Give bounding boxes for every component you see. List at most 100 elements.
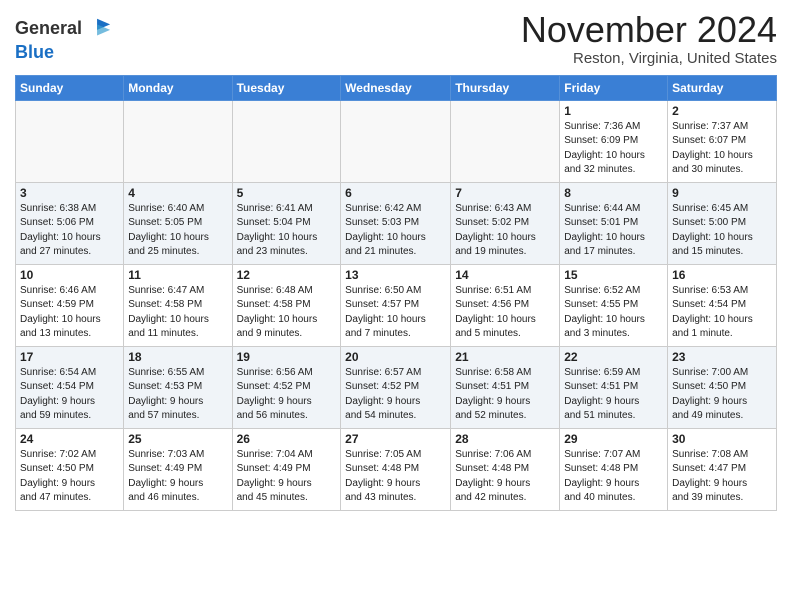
- calendar-cell: [232, 100, 341, 182]
- calendar-cell: [16, 100, 124, 182]
- day-number: 9: [672, 186, 772, 200]
- weekday-header: Wednesday: [341, 75, 451, 100]
- day-number: 4: [128, 186, 227, 200]
- day-info: Sunrise: 6:51 AM Sunset: 4:56 PM Dayligh…: [455, 284, 555, 342]
- day-number: 1: [564, 104, 663, 118]
- calendar-cell: 16 Sunrise: 6:53 AM Sunset: 4:54 PM Dayli…: [668, 264, 777, 346]
- calendar-cell: 22 Sunrise: 6:59 AM Sunset: 4:51 PM Dayli…: [560, 346, 668, 428]
- location: Reston, Virginia, United States: [521, 50, 777, 67]
- calendar-cell: 21 Sunrise: 6:58 AM Sunset: 4:51 PM Dayli…: [451, 346, 560, 428]
- day-info: Sunrise: 6:56 AM Sunset: 4:52 PM Dayligh…: [237, 366, 337, 424]
- calendar-cell: 8Sunrise: 6:44 AM Sunset: 5:01 PM Daylig…: [560, 182, 668, 264]
- day-number: 28: [455, 432, 555, 446]
- day-number: 14: [455, 268, 555, 282]
- day-info: Sunrise: 6:43 AM Sunset: 5:02 PM Dayligh…: [455, 202, 555, 260]
- day-info: Sunrise: 6:45 AM Sunset: 5:00 PM Dayligh…: [672, 202, 772, 260]
- day-number: 23: [672, 350, 772, 364]
- day-info: Sunrise: 6:59 AM Sunset: 4:51 PM Dayligh…: [564, 366, 663, 424]
- day-number: 24: [20, 432, 119, 446]
- calendar-cell: 13Sunrise: 6:50 AM Sunset: 4:57 PM Dayli…: [341, 264, 451, 346]
- day-info: Sunrise: 6:52 AM Sunset: 4:55 PM Dayligh…: [564, 284, 663, 342]
- day-number: 13: [345, 268, 446, 282]
- calendar-cell: 29 Sunrise: 7:07 AM Sunset: 4:48 PM Dayli…: [560, 428, 668, 510]
- day-info: Sunrise: 6:57 AM Sunset: 4:52 PM Dayligh…: [345, 366, 446, 424]
- day-number: 12: [237, 268, 337, 282]
- month-title: November 2024: [521, 10, 777, 50]
- calendar-cell: [124, 100, 232, 182]
- day-info: Sunrise: 7:00 AM Sunset: 4:50 PM Dayligh…: [672, 366, 772, 424]
- calendar-cell: 30Sunrise: 7:08 AM Sunset: 4:47 PM Dayli…: [668, 428, 777, 510]
- day-number: 7: [455, 186, 555, 200]
- calendar-cell: 10 Sunrise: 6:46 AM Sunset: 4:59 PM Dayli…: [16, 264, 124, 346]
- day-number: 18: [128, 350, 227, 364]
- calendar-cell: 28Sunrise: 7:06 AM Sunset: 4:48 PM Dayli…: [451, 428, 560, 510]
- weekday-header: Friday: [560, 75, 668, 100]
- day-number: 21: [455, 350, 555, 364]
- day-info: Sunrise: 6:44 AM Sunset: 5:01 PM Dayligh…: [564, 202, 663, 260]
- day-info: Sunrise: 6:38 AM Sunset: 5:06 PM Dayligh…: [20, 202, 119, 260]
- calendar-cell: 11Sunrise: 6:47 AM Sunset: 4:58 PM Dayli…: [124, 264, 232, 346]
- calendar-week-row: 17 Sunrise: 6:54 AM Sunset: 4:54 PM Dayli…: [16, 346, 777, 428]
- day-number: 17: [20, 350, 119, 364]
- day-info: Sunrise: 6:40 AM Sunset: 5:05 PM Dayligh…: [128, 202, 227, 260]
- day-info: Sunrise: 6:41 AM Sunset: 5:04 PM Dayligh…: [237, 202, 337, 260]
- calendar-cell: 20 Sunrise: 6:57 AM Sunset: 4:52 PM Dayli…: [341, 346, 451, 428]
- logo-general-text: General: [15, 19, 82, 39]
- day-info: Sunrise: 6:53 AM Sunset: 4:54 PM Dayligh…: [672, 284, 772, 342]
- calendar-header-row: SundayMondayTuesdayWednesdayThursdayFrid…: [16, 75, 777, 100]
- day-number: 15: [564, 268, 663, 282]
- day-info: Sunrise: 6:48 AM Sunset: 4:58 PM Dayligh…: [237, 284, 337, 342]
- calendar-week-row: 10 Sunrise: 6:46 AM Sunset: 4:59 PM Dayli…: [16, 264, 777, 346]
- calendar-cell: [451, 100, 560, 182]
- calendar-cell: 5Sunrise: 6:41 AM Sunset: 5:04 PM Daylig…: [232, 182, 341, 264]
- calendar-cell: 12 Sunrise: 6:48 AM Sunset: 4:58 PM Dayli…: [232, 264, 341, 346]
- weekday-header: Sunday: [16, 75, 124, 100]
- day-info: Sunrise: 7:05 AM Sunset: 4:48 PM Dayligh…: [345, 448, 446, 506]
- day-info: Sunrise: 6:47 AM Sunset: 4:58 PM Dayligh…: [128, 284, 227, 342]
- day-number: 6: [345, 186, 446, 200]
- day-info: Sunrise: 6:58 AM Sunset: 4:51 PM Dayligh…: [455, 366, 555, 424]
- day-number: 2: [672, 104, 772, 118]
- logo: General Blue: [15, 15, 112, 63]
- calendar-cell: 15 Sunrise: 6:52 AM Sunset: 4:55 PM Dayli…: [560, 264, 668, 346]
- day-number: 16: [672, 268, 772, 282]
- day-info: Sunrise: 7:07 AM Sunset: 4:48 PM Dayligh…: [564, 448, 663, 506]
- day-info: Sunrise: 6:54 AM Sunset: 4:54 PM Dayligh…: [20, 366, 119, 424]
- day-info: Sunrise: 6:46 AM Sunset: 4:59 PM Dayligh…: [20, 284, 119, 342]
- page: General Blue November 2024 Reston, Virgi…: [0, 0, 792, 526]
- day-info: Sunrise: 7:04 AM Sunset: 4:49 PM Dayligh…: [237, 448, 337, 506]
- day-number: 26: [237, 432, 337, 446]
- day-number: 20: [345, 350, 446, 364]
- calendar-table: SundayMondayTuesdayWednesdayThursdayFrid…: [15, 75, 777, 511]
- calendar-week-row: 3 Sunrise: 6:38 AM Sunset: 5:06 PM Daylig…: [16, 182, 777, 264]
- day-number: 25: [128, 432, 227, 446]
- weekday-header: Saturday: [668, 75, 777, 100]
- day-number: 10: [20, 268, 119, 282]
- calendar-cell: 23 Sunrise: 7:00 AM Sunset: 4:50 PM Dayli…: [668, 346, 777, 428]
- day-number: 29: [564, 432, 663, 446]
- weekday-header: Monday: [124, 75, 232, 100]
- calendar-cell: 26 Sunrise: 7:04 AM Sunset: 4:49 PM Dayli…: [232, 428, 341, 510]
- calendar-cell: 9 Sunrise: 6:45 AM Sunset: 5:00 PM Daylig…: [668, 182, 777, 264]
- day-number: 22: [564, 350, 663, 364]
- weekday-header: Tuesday: [232, 75, 341, 100]
- title-block: November 2024 Reston, Virginia, United S…: [521, 10, 777, 67]
- day-number: 3: [20, 186, 119, 200]
- day-number: 30: [672, 432, 772, 446]
- calendar-cell: [341, 100, 451, 182]
- logo-flag-icon: [84, 15, 112, 43]
- calendar-cell: 18Sunrise: 6:55 AM Sunset: 4:53 PM Dayli…: [124, 346, 232, 428]
- calendar-cell: 27 Sunrise: 7:05 AM Sunset: 4:48 PM Dayli…: [341, 428, 451, 510]
- day-info: Sunrise: 7:37 AM Sunset: 6:07 PM Dayligh…: [672, 120, 772, 178]
- calendar-cell: 1 Sunrise: 7:36 AM Sunset: 6:09 PM Daylig…: [560, 100, 668, 182]
- day-info: Sunrise: 7:03 AM Sunset: 4:49 PM Dayligh…: [128, 448, 227, 506]
- logo-blue-text: Blue: [15, 43, 112, 63]
- calendar-cell: 7 Sunrise: 6:43 AM Sunset: 5:02 PM Daylig…: [451, 182, 560, 264]
- day-info: Sunrise: 7:36 AM Sunset: 6:09 PM Dayligh…: [564, 120, 663, 178]
- calendar-cell: 19Sunrise: 6:56 AM Sunset: 4:52 PM Dayli…: [232, 346, 341, 428]
- day-info: Sunrise: 7:02 AM Sunset: 4:50 PM Dayligh…: [20, 448, 119, 506]
- day-number: 27: [345, 432, 446, 446]
- calendar-cell: 24 Sunrise: 7:02 AM Sunset: 4:50 PM Dayli…: [16, 428, 124, 510]
- calendar-cell: 3 Sunrise: 6:38 AM Sunset: 5:06 PM Daylig…: [16, 182, 124, 264]
- day-info: Sunrise: 6:42 AM Sunset: 5:03 PM Dayligh…: [345, 202, 446, 260]
